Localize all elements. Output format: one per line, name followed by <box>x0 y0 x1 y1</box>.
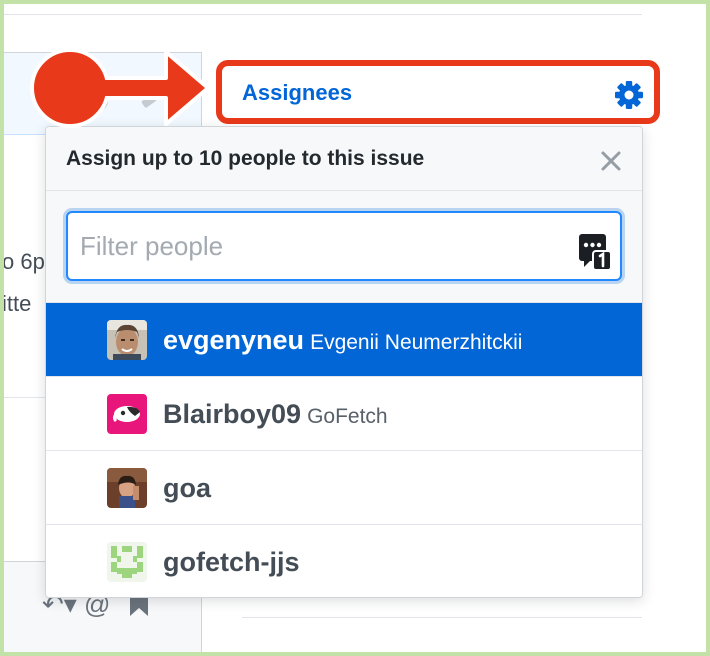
user-option-text: goa <box>163 451 217 525</box>
user-option-evgenyneu[interactable]: evgenyneu Evgenii Neumerzhitckii <box>46 303 642 377</box>
annotation-arrow-icon <box>30 48 210 128</box>
user-option-blairboy09[interactable]: Blairboy09 GoFetch <box>46 377 642 451</box>
filter-section <box>46 191 642 303</box>
user-option-text: gofetch-jjs <box>163 525 306 597</box>
avatar <box>107 542 147 582</box>
user-full-name: GoFetch <box>307 405 388 428</box>
dropdown-header: Assign up to 10 people to this issue <box>46 127 642 191</box>
divider <box>4 14 642 15</box>
assignees-label[interactable]: Assignees <box>242 80 352 106</box>
filter-people-input[interactable] <box>66 211 622 281</box>
user-login: Blairboy09 <box>163 399 302 429</box>
user-option-text: evgenyneu Evgenii Neumerzhitckii <box>163 303 522 377</box>
user-option-gofetch-jjs[interactable]: gofetch-jjs <box>46 525 642 597</box>
user-option-goa[interactable]: goa <box>46 451 642 525</box>
comment-text-fragment: o 6p <box>2 249 45 274</box>
avatar <box>107 468 147 508</box>
avatar <box>107 394 147 434</box>
close-icon[interactable] <box>600 150 622 172</box>
user-full-name: Evgenii Neumerzhitckii <box>310 331 523 354</box>
comment-text-fragment: itte <box>2 291 32 316</box>
counter-icon <box>579 234 612 271</box>
assignees-dropdown: Assign up to 10 people to this issue Fil… <box>45 126 643 598</box>
user-login: goa <box>163 473 212 503</box>
divider <box>242 617 642 618</box>
user-login: gofetch-jjs <box>163 547 300 577</box>
assignees-header: Assignees <box>216 60 660 124</box>
dropdown-title: Assign up to 10 people to this issue <box>66 147 425 170</box>
gear-icon[interactable] <box>614 80 644 110</box>
avatar <box>107 320 147 360</box>
user-option-text: Blairboy09 GoFetch <box>163 377 388 451</box>
user-login: evgenyneu <box>163 325 305 355</box>
